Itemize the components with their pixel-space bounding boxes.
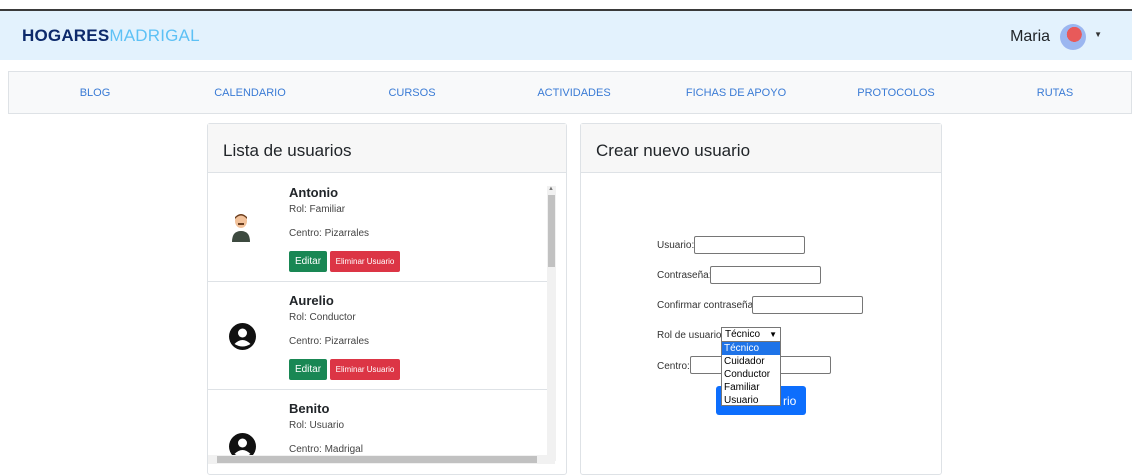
users-list-card: Lista de usuarios Antonio Rol: Familiar … — [207, 123, 567, 475]
confirm-password-field[interactable] — [752, 296, 863, 314]
role-label: Rol de usuario: — [657, 330, 725, 341]
confirm-password-label: Confirmar contraseña: — [657, 300, 756, 311]
list-item: Antonio Rol: Familiar Centro: Pizarrales… — [208, 174, 548, 282]
usuario-label: Usuario: — [657, 240, 695, 251]
create-button-label: rio — [783, 394, 797, 408]
password-field[interactable] — [710, 266, 821, 284]
edit-button[interactable]: Editar — [289, 359, 327, 380]
delete-user-button[interactable]: Eliminar Usuario — [330, 359, 400, 380]
usuario-field[interactable] — [694, 236, 805, 254]
user-name: Maria — [1010, 28, 1051, 45]
user-role: Rol: Usuario — [289, 420, 345, 431]
role-dropdown-list[interactable]: Técnico Cuidador Conductor Familiar Usua… — [721, 341, 781, 406]
role-option[interactable]: Usuario — [722, 394, 780, 407]
cartoon-person-icon — [230, 212, 252, 242]
nav-calendario[interactable]: CALENDARIO — [214, 87, 286, 99]
brand-bold: HOGARES — [22, 26, 110, 45]
vertical-scroll-thumb[interactable] — [548, 195, 555, 267]
scroll-up-icon[interactable]: ▲ — [548, 186, 554, 192]
vertical-scrollbar[interactable]: ▲ ▼ — [547, 186, 556, 461]
center-label: Centro: — [657, 361, 690, 372]
horizontal-scrollbar[interactable] — [208, 455, 555, 464]
create-card-title: Crear nuevo usuario — [596, 141, 751, 160]
nav-actividades[interactable]: ACTIVIDADES — [537, 87, 610, 99]
chevron-down-icon: ▼ — [769, 330, 777, 339]
main-navigation: BLOG CALENDARIO CURSOS ACTIVIDADES FICHA… — [8, 71, 1132, 114]
user-role: Rol: Familiar — [289, 204, 346, 215]
nav-fichas-de-apoyo[interactable]: FICHAS DE APOYO — [686, 87, 786, 99]
create-card-header: Crear nuevo usuario — [581, 124, 941, 173]
horizontal-scroll-thumb[interactable] — [217, 456, 537, 463]
user-center: Centro: Pizarrales — [289, 336, 370, 347]
list-item: Aurelio Rol: Conductor Centro: Pizarrale… — [208, 282, 548, 390]
role-option[interactable]: Familiar — [722, 381, 780, 394]
role-option[interactable]: Técnico — [722, 342, 780, 355]
brand-logo[interactable]: HOGARESMADRIGAL — [22, 26, 200, 46]
password-label: Contraseña: — [657, 270, 712, 281]
user-name: Benito — [289, 401, 330, 416]
user-role: Rol: Conductor — [289, 312, 356, 323]
top-header: HOGARESMADRIGAL Maria ▼ — [0, 11, 1132, 60]
caret-down-icon[interactable]: ▼ — [1094, 30, 1102, 39]
user-menu[interactable]: Maria ▼ — [1010, 24, 1102, 50]
role-option[interactable]: Conductor — [722, 368, 780, 381]
user-center: Centro: Madrigal — [289, 444, 363, 455]
user-circle-icon — [229, 323, 256, 350]
role-option[interactable]: Cuidador — [722, 355, 780, 368]
user-name: Antonio — [289, 185, 339, 200]
nav-protocolos[interactable]: PROTOCOLOS — [857, 87, 934, 99]
edit-button[interactable]: Editar — [289, 251, 327, 272]
nav-blog[interactable]: BLOG — [80, 87, 111, 99]
avatar[interactable] — [1060, 24, 1087, 50]
role-selected-value: Técnico — [725, 329, 761, 340]
users-list[interactable]: Antonio Rol: Familiar Centro: Pizarrales… — [208, 174, 555, 470]
nav-cursos[interactable]: CURSOS — [388, 87, 435, 99]
users-card-header: Lista de usuarios — [208, 124, 566, 173]
delete-user-button[interactable]: Eliminar Usuario — [330, 251, 400, 272]
user-center: Centro: Pizarrales — [289, 228, 370, 239]
users-card-title: Lista de usuarios — [223, 141, 352, 160]
brand-light: MADRIGAL — [109, 26, 200, 45]
nav-rutas[interactable]: RUTAS — [1037, 87, 1073, 99]
user-name: Aurelio — [289, 293, 334, 308]
